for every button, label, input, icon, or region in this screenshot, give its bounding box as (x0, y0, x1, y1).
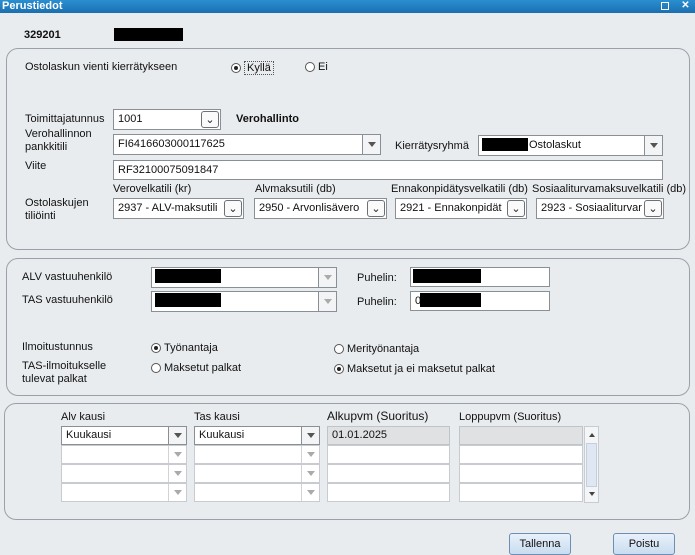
table-row-end-cell[interactable] (459, 426, 583, 445)
table-row-tas-combo[interactable]: Kuukausi (194, 426, 320, 445)
tas-notice-label: TAS-ilmoitukselle tulevat palkat (22, 360, 107, 385)
supplier-combo[interactable]: 1001 ⌄ (113, 109, 221, 130)
table-row-start-cell[interactable] (327, 464, 450, 483)
scroll-down-icon[interactable] (585, 488, 598, 500)
account-header-social-security: Sosiaaliturvamaksuvelkatili (db) (532, 183, 687, 195)
account-combo-withholding[interactable]: 2921 - Ennakonpidät ⌄ (395, 198, 527, 219)
radio-empty-icon (305, 62, 315, 72)
recycle-label: Ostolaskun vienti kierrätykseen (25, 61, 178, 73)
radio-selected-icon (334, 364, 344, 374)
chevron-down-icon[interactable]: ⌄ (507, 200, 525, 217)
radio-empty-icon (334, 344, 344, 354)
supplier-name: Verohallinto (236, 113, 299, 125)
chevron-down-icon[interactable]: ⌄ (201, 111, 219, 128)
chevron-down-icon[interactable]: ⌄ (367, 200, 385, 217)
group-label: Kierrätysryhmä (395, 140, 469, 152)
radio-selected-icon (151, 343, 161, 353)
chevron-down-icon[interactable]: ⌄ (224, 200, 242, 217)
scroll-up-icon[interactable] (585, 429, 598, 441)
dropdown-arrow-icon[interactable] (318, 268, 336, 287)
redacted-alv-phone (413, 269, 481, 283)
account-combo-vat-debt[interactable]: 2937 - ALV-maksutili ⌄ (113, 198, 244, 219)
dropdown-arrow-icon[interactable] (301, 465, 319, 482)
title-bar: Perustiedot ✕ (0, 0, 695, 13)
account-header-vat-payment: Alvmaksutili (db) (255, 183, 336, 195)
redacted-name (114, 28, 183, 41)
table-row-tas-combo[interactable] (194, 445, 320, 464)
radio-selected-icon (231, 63, 241, 73)
dropdown-arrow-icon[interactable] (362, 135, 380, 154)
table-row-alv-combo[interactable] (61, 483, 187, 502)
table-row-tas-combo[interactable] (194, 483, 320, 502)
table-row-alv-combo[interactable]: Kuukausi (61, 426, 187, 445)
seafarer-radio[interactable]: Merityönantaja (334, 343, 419, 355)
dropdown-arrow-icon[interactable] (301, 446, 319, 463)
radio-empty-icon (151, 363, 161, 373)
col-header-tas: Tas kausi (194, 411, 240, 423)
table-row-end-cell[interactable] (459, 483, 583, 502)
table-row-tas-combo[interactable] (194, 464, 320, 483)
tas-contact-label: TAS vastuuhenkilö (22, 294, 113, 306)
notify-label: Ilmoitustunnus (22, 341, 93, 353)
chevron-down-icon[interactable]: ⌄ (644, 200, 662, 217)
supplier-label: Toimittajatunnus (25, 113, 105, 125)
account-combo-social-security[interactable]: 2923 - Sosiaaliturvar ⌄ (536, 198, 664, 219)
save-button[interactable]: Tallenna (509, 533, 571, 555)
dropdown-arrow-icon[interactable] (301, 484, 319, 501)
alv-phone-label: Puhelin: (357, 272, 397, 284)
close-icon[interactable]: ✕ (680, 1, 691, 12)
maximize-icon[interactable] (661, 2, 669, 10)
ref-field[interactable]: RF32100075091847 (113, 160, 663, 180)
table-row-end-cell[interactable] (459, 464, 583, 483)
table-row-alv-combo[interactable] (61, 445, 187, 464)
dropdown-arrow-icon[interactable] (318, 292, 336, 311)
table-scrollbar[interactable] (584, 426, 599, 503)
tas-phone-label: Puhelin: (357, 296, 397, 308)
redacted-tas-contact (155, 293, 221, 307)
col-header-start: Alkupvm (Suoritus) (327, 409, 429, 423)
table-row-alv-combo[interactable] (61, 464, 187, 483)
exit-button[interactable]: Poistu (613, 533, 675, 555)
bank-combo[interactable]: FI6416603000117625 (113, 134, 381, 155)
scroll-thumb[interactable] (586, 443, 597, 487)
dropdown-arrow-icon[interactable] (168, 484, 186, 501)
employer-radio[interactable]: Työnantaja (151, 342, 218, 354)
dropdown-arrow-icon[interactable] (168, 446, 186, 463)
window-title: Perustiedot (2, 0, 63, 12)
dropdown-arrow-icon[interactable] (168, 465, 186, 482)
recycle-no-radio[interactable]: Ei (305, 61, 328, 73)
recycle-yes-radio[interactable]: Kyllä (231, 61, 274, 75)
alv-contact-label: ALV vastuuhenkilö (22, 271, 113, 283)
account-combo-vat-payment[interactable]: 2950 - Arvonlisävero ⌄ (254, 198, 387, 219)
table-row-start-cell[interactable] (327, 483, 450, 502)
record-code: 329201 (24, 29, 61, 41)
table-row-end-cell[interactable] (459, 445, 583, 464)
col-header-end: Loppupvm (Suoritus) (459, 411, 562, 423)
account-header-vat-debt: Verovelkatili (kr) (113, 183, 192, 195)
col-header-alv: Alv kausi (61, 411, 106, 423)
paid-unpaid-radio[interactable]: Maksetut ja ei maksetut palkat (334, 363, 495, 375)
redacted-tas-phone (420, 293, 481, 307)
bank-label: Verohallinnon pankkitili (25, 128, 92, 153)
dropdown-arrow-icon[interactable] (168, 427, 186, 444)
table-row-start-cell[interactable] (327, 445, 450, 464)
ref-label: Viite (25, 160, 47, 172)
redacted-group-prefix (482, 138, 528, 151)
paid-radio[interactable]: Maksetut palkat (151, 362, 241, 374)
accounting-label: Ostolaskujen tiliöinti (25, 197, 89, 222)
dropdown-arrow-icon[interactable] (644, 136, 662, 155)
redacted-alv-contact (155, 269, 221, 283)
account-header-withholding: Ennakonpidätysvelkatili (db) (391, 183, 528, 195)
dropdown-arrow-icon[interactable] (301, 427, 319, 444)
table-row-start-cell[interactable]: 01.01.2025 (327, 426, 450, 445)
